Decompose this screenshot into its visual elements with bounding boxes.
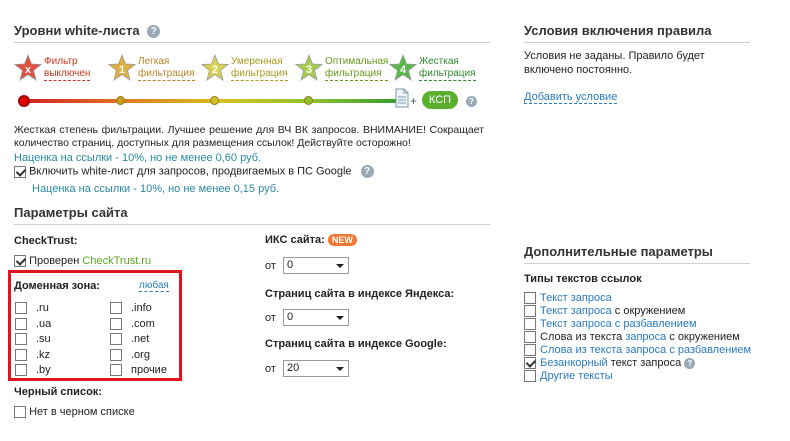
help-icon[interactable]: ? xyxy=(147,25,161,39)
from-label: от xyxy=(265,312,276,324)
yandex-pages-label: Страниц сайта в индексе Яндекса: xyxy=(265,288,455,300)
link-text-type-option[interactable]: Слова из текста запроса с окружением xyxy=(524,331,740,344)
plus-sign: + xyxy=(410,94,418,108)
star-icon: 4 xyxy=(389,54,417,81)
document-icon xyxy=(395,88,409,108)
google-pages-label: Страниц сайта в индексе Google: xyxy=(265,338,447,350)
link-text-type-option[interactable]: Слова из текста запроса с разбавлением xyxy=(524,344,751,357)
link-text-type-checkbox[interactable] xyxy=(524,357,536,370)
chevron-down-icon xyxy=(336,367,344,371)
link-text-type-option[interactable]: Текст запроса с разбавлением xyxy=(524,318,697,331)
link-text-type-option[interactable]: Текст запроса с окружением xyxy=(524,305,685,318)
filter-level-label[interactable]: Фильтр выключен xyxy=(44,56,91,81)
site-params-title: Параметры сайта xyxy=(14,205,128,220)
slider-stop[interactable] xyxy=(304,96,313,105)
filter-level-label[interactable]: Жесткая фильтрация xyxy=(419,56,476,81)
divider xyxy=(524,42,750,43)
slider-handle[interactable] xyxy=(18,95,30,107)
markup-text: Наценка на ссылки - 10%, но не менее 0,1… xyxy=(32,183,280,195)
divider xyxy=(14,224,490,225)
svg-text:x: x xyxy=(25,64,32,76)
blacklist-label: Черный список: xyxy=(14,386,102,398)
checktrust-label: CheckTrust: xyxy=(14,235,78,247)
link-text-type-checkbox[interactable] xyxy=(524,370,536,383)
from-label: от xyxy=(265,260,276,272)
star-icon: 3 xyxy=(295,54,323,81)
star-icon: x xyxy=(14,54,42,81)
extra-params-title: Дополнительные параметры xyxy=(524,244,713,259)
google-pages-select[interactable]: 20 xyxy=(283,360,349,377)
svg-text:4: 4 xyxy=(400,64,407,76)
link-text-type-option[interactable]: Текст запроса xyxy=(524,292,612,305)
level-description: Жесткая степень фильтрации. Лучшее решен… xyxy=(14,124,484,149)
help-icon[interactable]: ? xyxy=(684,357,696,369)
svg-text:2: 2 xyxy=(212,64,218,76)
markup-text: Наценка на ссылки - 10%, но не менее 0,6… xyxy=(14,152,262,164)
help-icon[interactable]: ? xyxy=(360,165,374,178)
link-text-type-checkbox[interactable] xyxy=(524,318,536,331)
blacklist-checkbox[interactable] xyxy=(14,406,26,419)
link-text-type-checkbox[interactable] xyxy=(524,344,536,357)
link-text-type-option[interactable]: Другие тексты xyxy=(524,370,613,383)
filter-level-label[interactable]: Умеренная фильтрация xyxy=(231,56,288,81)
divider xyxy=(14,42,490,43)
blacklist-option[interactable]: Нет в черном списке xyxy=(14,406,135,419)
highlight-box xyxy=(8,270,182,381)
google-whitelist-option[interactable]: Включить white-лист для запросов, продви… xyxy=(14,165,374,178)
iks-select[interactable]: 0 xyxy=(283,257,349,274)
levels-title: Уровни white-листа ? xyxy=(14,23,161,39)
svg-text:1: 1 xyxy=(119,64,125,76)
filter-level-label[interactable]: Легкая фильтрация xyxy=(138,56,195,81)
divider xyxy=(524,263,750,264)
conditions-text: Условия не заданы. Правило будет xyxy=(524,50,705,62)
link-text-type-checkbox[interactable] xyxy=(524,292,536,305)
google-whitelist-checkbox[interactable] xyxy=(14,165,26,178)
help-icon[interactable]: ? xyxy=(466,96,477,107)
yandex-pages-select[interactable]: 0 xyxy=(283,309,349,326)
slider-stop[interactable] xyxy=(210,96,219,105)
add-condition-link[interactable]: Добавить условие xyxy=(524,91,618,104)
link-text-types-label: Типы текстов ссылок xyxy=(524,273,642,285)
chevron-down-icon xyxy=(336,316,344,320)
conditions-text: включено постоянно. xyxy=(524,64,633,76)
link-text-type-checkbox[interactable] xyxy=(524,305,536,318)
link-text-type-checkbox[interactable] xyxy=(524,331,536,344)
conditions-title: Условия включения правила xyxy=(524,23,712,38)
checktrust-option[interactable]: Проверен CheckTrust.ru xyxy=(14,255,151,268)
from-label: от xyxy=(265,363,276,375)
checktrust-link[interactable]: CheckTrust.ru xyxy=(82,255,151,267)
filter-level-label[interactable]: Оптимальная фильтрация xyxy=(325,56,389,81)
new-badge: NEW xyxy=(327,234,357,247)
slider-stop[interactable] xyxy=(116,96,125,105)
ksp-button[interactable]: КСП xyxy=(422,91,458,109)
chevron-down-icon xyxy=(336,264,344,268)
star-icon: 1 xyxy=(108,54,136,81)
iks-label: ИКС сайта: NEW xyxy=(265,234,357,247)
star-icon: 2 xyxy=(201,54,229,81)
svg-text:3: 3 xyxy=(306,64,312,76)
checktrust-checkbox[interactable] xyxy=(14,255,26,268)
link-text-type-option[interactable]: Безанкорный текст запроса ? xyxy=(524,357,696,370)
